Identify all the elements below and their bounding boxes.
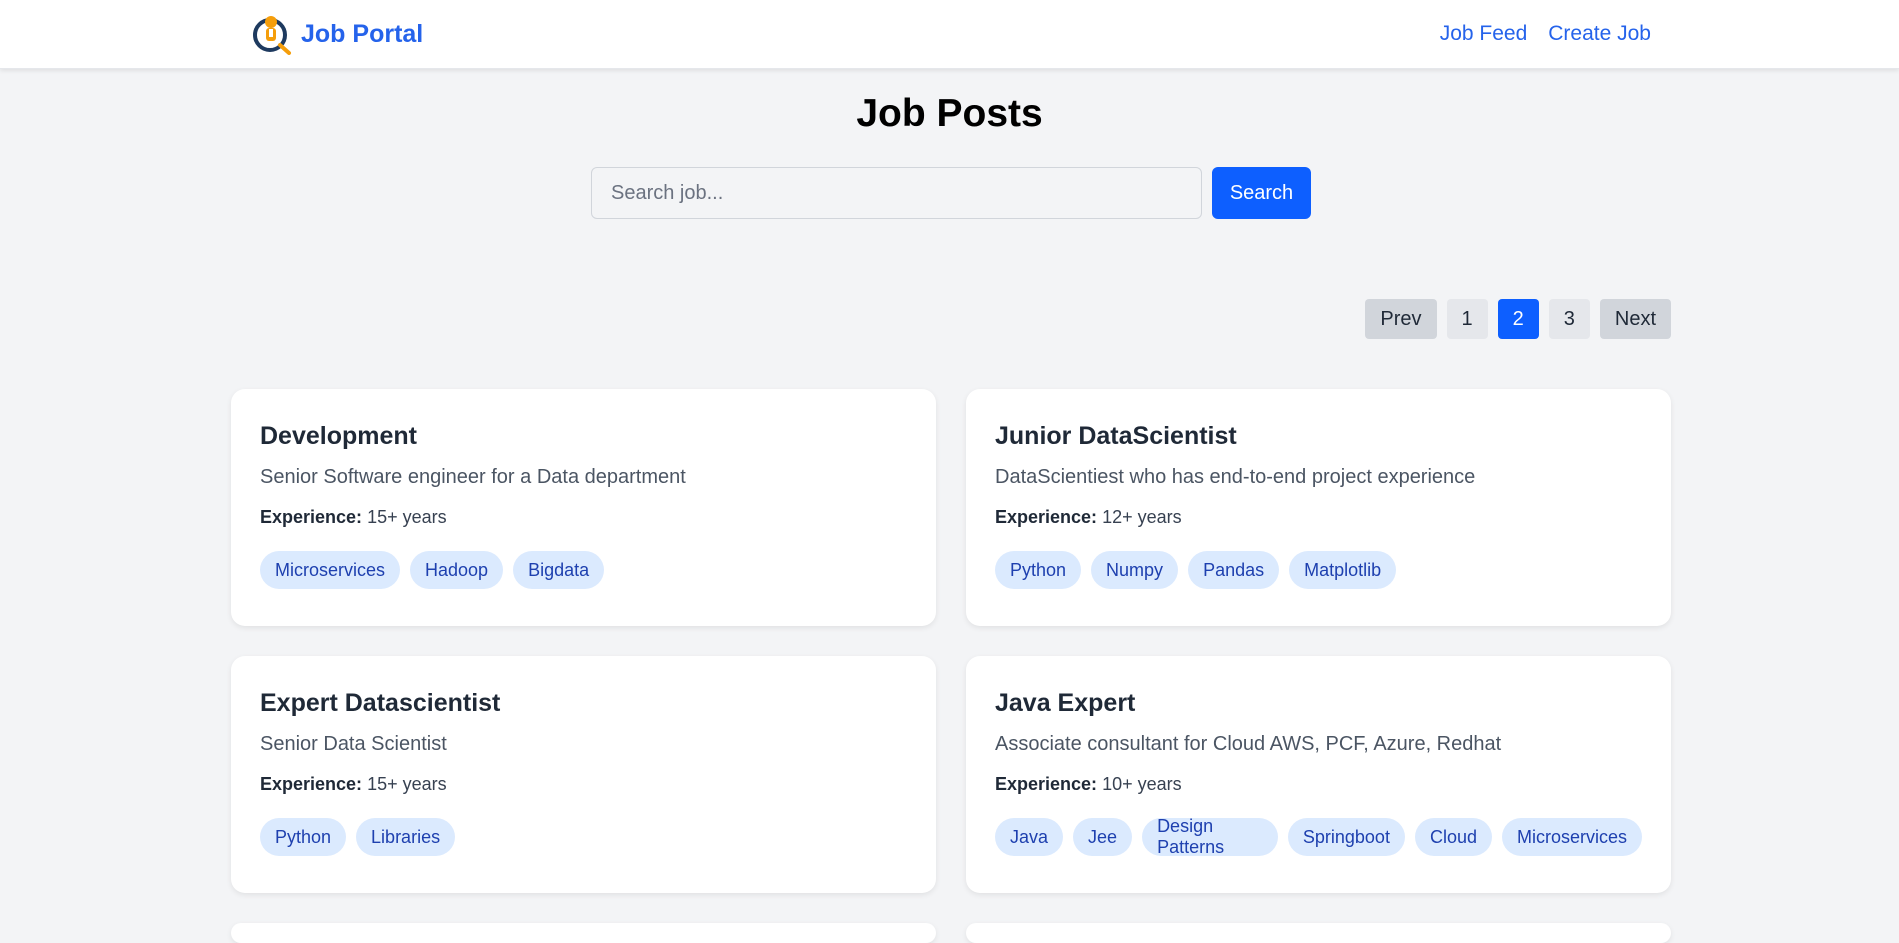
job-description: DataScientiest who has end-to-end projec… — [995, 466, 1476, 488]
next-page-button[interactable]: Next — [1599, 299, 1671, 339]
brand[interactable]: Job Portal — [251, 13, 423, 55]
skill-tag: Libraries — [356, 818, 456, 856]
job-card[interactable]: Development Senior Software engineer for… — [231, 389, 936, 626]
page-title: Job Posts — [856, 92, 1043, 135]
skill-tag: Matplotlib — [1289, 551, 1397, 589]
skill-tag: Cloud — [1414, 818, 1492, 856]
navbar: Job Portal Job Feed Create Job — [0, 0, 1899, 69]
job-experience: Experience: 12+ years — [995, 507, 1642, 528]
pagination: Prev 1 2 3 Next — [1365, 299, 1671, 339]
nav-link-create-job[interactable]: Create Job — [1548, 22, 1651, 46]
job-tags: Python Libraries — [260, 818, 907, 856]
job-title: Java Expert — [995, 689, 1136, 717]
brand-name: Job Portal — [301, 19, 424, 48]
skill-tag: Microservices — [260, 551, 401, 589]
skill-tag: Java — [995, 818, 1064, 856]
skill-tag: Numpy — [1091, 551, 1179, 589]
job-card[interactable]: Junior DataScientist DataScientiest who … — [966, 389, 1671, 626]
nav-link-job-feed[interactable]: Job Feed — [1440, 22, 1528, 46]
job-tags: Python Numpy Pandas Matplotlib — [995, 551, 1642, 589]
skill-tag: Design Patterns — [1142, 816, 1278, 857]
job-title: Expert Datascientist — [260, 689, 501, 717]
search-input[interactable] — [591, 167, 1202, 219]
skill-tag: Python — [995, 551, 1082, 589]
page-button-3[interactable]: 3 — [1548, 299, 1590, 339]
experience-value: 15+ years — [367, 774, 447, 794]
job-list: Development Senior Software engineer for… — [231, 389, 1671, 943]
job-title: Development — [260, 422, 417, 450]
job-description: Senior Software engineer for a Data depa… — [260, 466, 686, 488]
search-button[interactable]: Search — [1212, 167, 1311, 219]
job-experience: Experience: 15+ years — [260, 774, 907, 795]
experience-value: 15+ years — [367, 507, 447, 527]
skill-tag: Hadoop — [410, 551, 504, 589]
skill-tag: Pandas — [1188, 551, 1280, 589]
skill-tag: Bigdata — [513, 551, 605, 589]
job-tags: Java Jee Design Patterns Springboot Clou… — [995, 816, 1642, 857]
job-card[interactable]: Java Expert Associate consultant for Clo… — [966, 656, 1671, 893]
job-card[interactable]: Expert Datascientist Senior Data Scienti… — [231, 656, 936, 893]
skill-tag: Python — [260, 818, 347, 856]
nav-links: Job Feed Create Job — [1440, 22, 1651, 46]
experience-label: Experience: — [995, 507, 1098, 527]
skill-tag: Springboot — [1287, 818, 1405, 856]
experience-label: Experience: — [260, 507, 363, 527]
job-portal-logo-icon — [253, 16, 291, 55]
experience-value: 10+ years — [1102, 774, 1182, 794]
search-bar: Search — [591, 167, 1311, 219]
experience-label: Experience: — [995, 774, 1098, 794]
job-description: Associate consultant for Cloud AWS, PCF,… — [995, 733, 1502, 755]
job-experience: Experience: 15+ years — [260, 507, 907, 528]
skill-tag: Microservices — [1501, 818, 1642, 856]
job-card[interactable] — [966, 923, 1671, 943]
experience-value: 12+ years — [1102, 507, 1182, 527]
job-card[interactable] — [231, 923, 936, 943]
page-button-2[interactable]: 2 — [1497, 299, 1539, 339]
page-button-1[interactable]: 1 — [1446, 299, 1488, 339]
skill-tag: Jee — [1073, 818, 1133, 856]
job-experience: Experience: 10+ years — [995, 774, 1642, 795]
experience-label: Experience: — [260, 774, 363, 794]
job-description: Senior Data Scientist — [260, 733, 447, 755]
job-title: Junior DataScientist — [995, 422, 1237, 450]
prev-page-button[interactable]: Prev — [1365, 299, 1437, 339]
job-tags: Microservices Hadoop Bigdata — [260, 551, 907, 589]
